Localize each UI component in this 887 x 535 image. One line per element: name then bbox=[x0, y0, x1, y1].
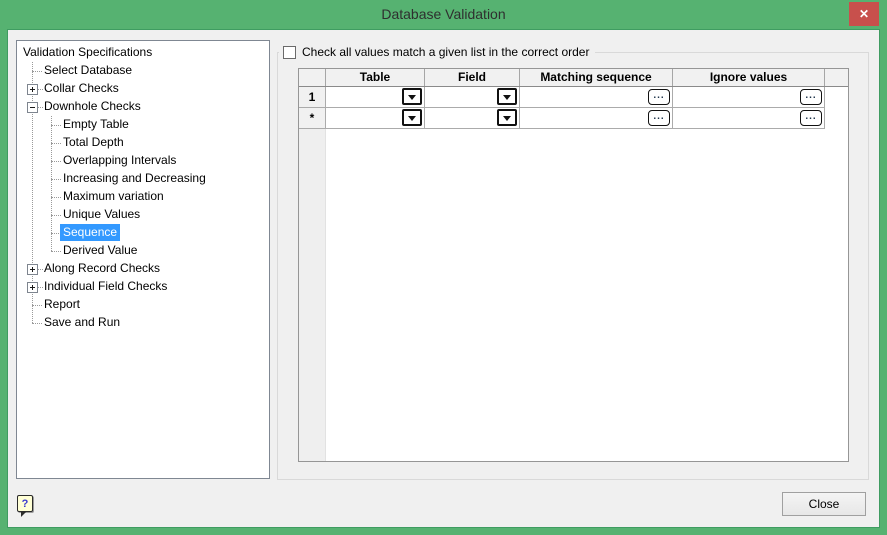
matching-sequence-cell[interactable]: ... bbox=[520, 87, 673, 108]
tree-item-label: Select Database bbox=[44, 63, 133, 77]
close-button[interactable]: Close bbox=[782, 492, 866, 516]
tree-item-along-record-checks[interactable]: Along Record Checks bbox=[17, 260, 269, 278]
field-cell[interactable] bbox=[425, 87, 520, 108]
tree-item-label: Individual Field Checks bbox=[44, 279, 168, 293]
ignore-values-cell[interactable]: ... bbox=[673, 108, 825, 129]
tree-item-label: Collar Checks bbox=[44, 81, 119, 95]
ignore-values-browse-button[interactable]: ... bbox=[800, 89, 822, 105]
ignore-values-cell[interactable]: ... bbox=[673, 87, 825, 108]
tree-item-select-database[interactable]: Select Database bbox=[17, 62, 269, 80]
tree-item-label: Overlapping Intervals bbox=[63, 153, 177, 167]
tree-item-label: Maximum variation bbox=[63, 189, 164, 203]
tree-item-save-and-run[interactable]: Save and Run bbox=[17, 314, 269, 332]
tree-item-unique-values[interactable]: Unique Values bbox=[17, 206, 269, 224]
database-validation-dialog: Database Validation ✕ Validation Specifi… bbox=[0, 0, 887, 535]
dialog-content: Validation Specifications Select Database… bbox=[8, 30, 879, 527]
tree-item-empty-table[interactable]: Empty Table bbox=[17, 116, 269, 134]
tree-item-collar-checks[interactable]: Collar Checks bbox=[17, 80, 269, 98]
tree-item-label: Derived Value bbox=[63, 243, 138, 257]
grid-row-1: 1...... bbox=[299, 87, 848, 108]
tree-item-label: Total Depth bbox=[63, 135, 124, 149]
tree-item-increasing-and-decreasing[interactable]: Increasing and Decreasing bbox=[17, 170, 269, 188]
chevron-down-icon bbox=[503, 94, 511, 100]
row-header-cell[interactable]: 1 bbox=[299, 87, 326, 108]
tree-item-maximum-variation[interactable]: Maximum variation bbox=[17, 188, 269, 206]
tree-item-validation-specifications[interactable]: Validation Specifications bbox=[17, 44, 269, 62]
tree-item-downhole-checks[interactable]: Downhole Checks bbox=[17, 98, 269, 116]
chevron-down-icon bbox=[503, 115, 511, 121]
tree-item-report[interactable]: Report bbox=[17, 296, 269, 314]
table-cell[interactable] bbox=[326, 108, 425, 129]
chevron-down-icon bbox=[408, 115, 416, 121]
column-header-ignore-values[interactable]: Ignore values bbox=[673, 69, 825, 86]
row-header-cell[interactable]: * bbox=[299, 108, 326, 129]
field-dropdown-button[interactable] bbox=[497, 88, 517, 105]
tree-item-label: Empty Table bbox=[63, 117, 129, 131]
check-all-checkbox[interactable] bbox=[283, 46, 296, 59]
tree-item-overlapping-intervals[interactable]: Overlapping Intervals bbox=[17, 152, 269, 170]
column-header-table[interactable]: Table bbox=[326, 69, 425, 86]
tree-item-total-depth[interactable]: Total Depth bbox=[17, 134, 269, 152]
tree-item-label: Downhole Checks bbox=[44, 99, 141, 113]
grid-header-filler bbox=[825, 69, 848, 86]
validation-specs-tree: Validation Specifications Select Database… bbox=[16, 40, 270, 479]
grid-body: 1...... *...... bbox=[299, 87, 848, 129]
table-dropdown-button[interactable] bbox=[402, 88, 422, 105]
titlebar[interactable]: Database Validation ✕ bbox=[0, 0, 887, 30]
expand-plus-icon[interactable] bbox=[27, 282, 38, 293]
table-cell[interactable] bbox=[326, 87, 425, 108]
tree-item-derived-value[interactable]: Derived Value bbox=[17, 242, 269, 260]
tree-item-label: Unique Values bbox=[63, 207, 141, 221]
question-mark-icon: ? bbox=[17, 495, 33, 512]
tree-item-sequence[interactable]: Sequence bbox=[17, 224, 269, 242]
tree-item-label: Increasing and Decreasing bbox=[63, 171, 206, 185]
matching-sequence-browse-button[interactable]: ... bbox=[648, 89, 670, 105]
matching-sequence-cell[interactable]: ... bbox=[520, 108, 673, 129]
tree-item-individual-field-checks[interactable]: Individual Field Checks bbox=[17, 278, 269, 296]
tree-item-label: Validation Specifications bbox=[23, 45, 153, 59]
field-cell[interactable] bbox=[425, 108, 520, 129]
chevron-down-icon bbox=[408, 94, 416, 100]
help-icon-tail bbox=[21, 512, 26, 517]
check-all-caption: Check all values match a given list in t… bbox=[279, 44, 596, 61]
ignore-values-browse-button[interactable]: ... bbox=[800, 110, 822, 126]
grid-row-*: *...... bbox=[299, 108, 848, 129]
check-all-label: Check all values match a given list in t… bbox=[302, 45, 590, 59]
column-header-field[interactable]: Field bbox=[425, 69, 520, 86]
column-header-matching-sequence[interactable]: Matching sequence bbox=[520, 69, 673, 86]
grid-corner-cell bbox=[299, 69, 326, 86]
tree-item-label: Report bbox=[44, 297, 81, 311]
tree-item-label: Save and Run bbox=[44, 315, 121, 329]
matching-sequence-browse-button[interactable]: ... bbox=[648, 110, 670, 126]
expand-plus-icon[interactable] bbox=[27, 84, 38, 95]
field-dropdown-button[interactable] bbox=[497, 109, 517, 126]
tree-item-label: Sequence bbox=[60, 224, 121, 241]
window-title: Database Validation bbox=[381, 6, 506, 22]
close-window-button[interactable]: ✕ bbox=[849, 2, 879, 26]
table-dropdown-button[interactable] bbox=[402, 109, 422, 126]
sequence-grid: Table Field Matching sequence Ignore values… bbox=[298, 68, 849, 462]
grid-header: Table Field Matching sequence Ignore values bbox=[299, 69, 848, 87]
collapse-minus-icon[interactable] bbox=[27, 102, 38, 113]
tree-item-label: Along Record Checks bbox=[44, 261, 161, 275]
help-icon[interactable]: ? bbox=[17, 494, 37, 518]
close-icon: ✕ bbox=[858, 7, 870, 21]
expand-plus-icon[interactable] bbox=[27, 264, 38, 275]
row-header-strip bbox=[299, 129, 326, 461]
